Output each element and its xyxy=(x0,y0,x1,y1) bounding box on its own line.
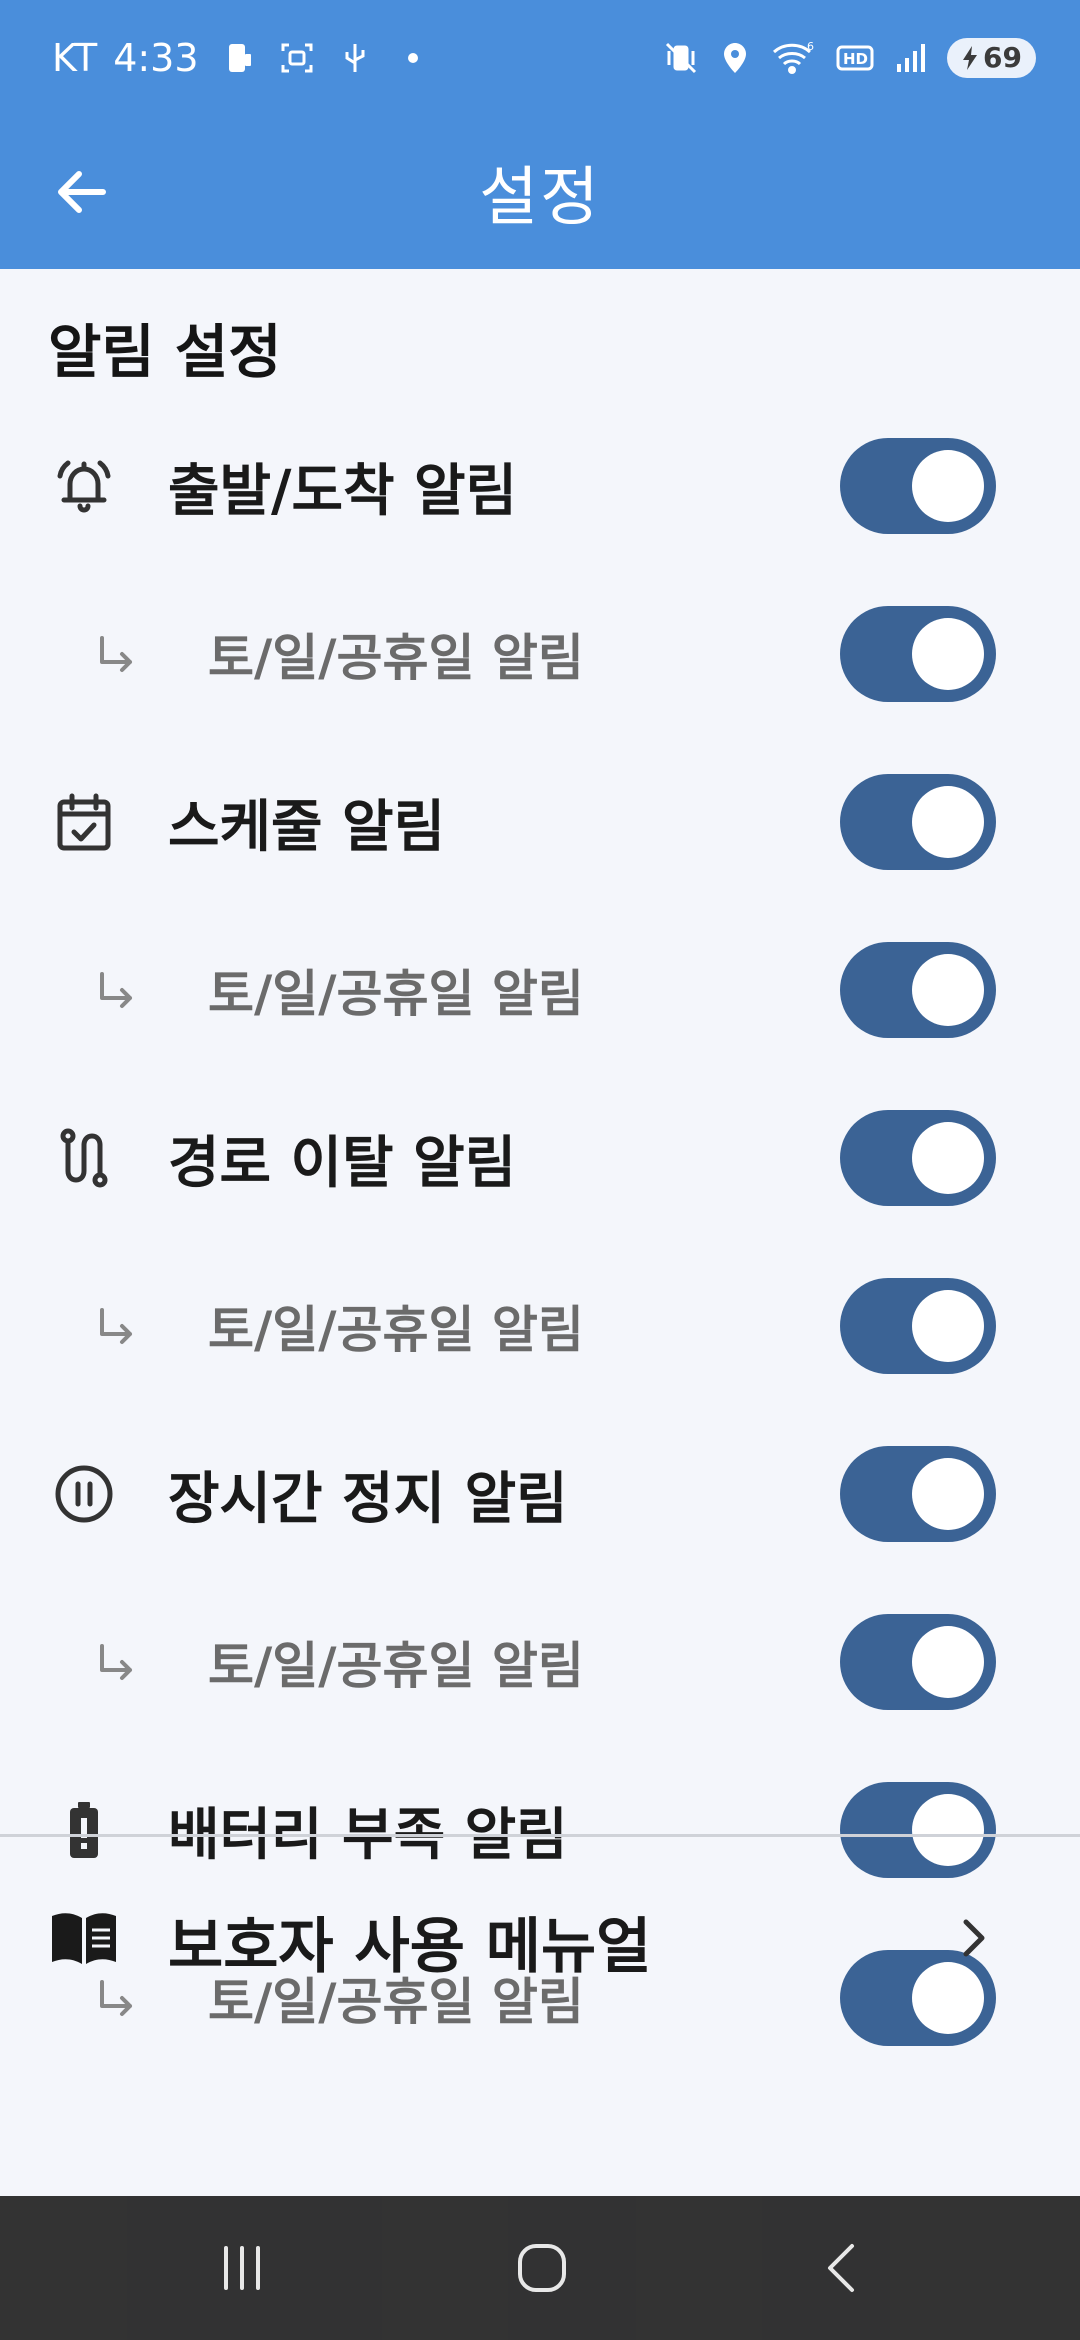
signal-icon xyxy=(893,40,929,76)
guardian-manual-row[interactable]: 보호자 사용 메뉴얼 xyxy=(0,1850,1080,2010)
sub-setting-label: 토/일/공휴일 알림 xyxy=(208,1301,584,1359)
toggle-departure-arrival[interactable] xyxy=(840,438,996,534)
chevron-right-icon xyxy=(956,1916,992,1960)
home-button[interactable] xyxy=(442,2196,642,2340)
setting-subrow-schedule-holiday: 토/일/공휴일 알림 xyxy=(0,906,1080,1074)
system-nav-bar xyxy=(0,2196,1080,2340)
svg-text:6: 6 xyxy=(807,40,814,53)
calendar-check-icon xyxy=(50,788,118,856)
toggle-schedule-holiday[interactable] xyxy=(840,942,996,1038)
toggle-knob xyxy=(912,786,984,858)
arrow-left-icon xyxy=(58,171,106,213)
book-open-icon xyxy=(48,1908,120,1968)
toggle-schedule[interactable] xyxy=(840,774,996,870)
mute-vibrate-icon xyxy=(663,40,699,76)
recent-apps-icon xyxy=(224,2246,260,2290)
toggle-knob xyxy=(912,1626,984,1698)
back-icon xyxy=(828,2244,854,2292)
wifi-6-icon: 6 xyxy=(771,40,817,76)
setting-label: 장시간 정지 알림 xyxy=(168,1466,568,1532)
usb-icon xyxy=(337,40,373,76)
sub-arrow-icon xyxy=(92,966,140,1014)
hd-icon: HD xyxy=(835,40,875,76)
app-bar: 설정 xyxy=(0,115,1080,269)
pause-circle-icon xyxy=(50,1460,118,1528)
sub-setting-label: 토/일/공휴일 알림 xyxy=(208,965,584,1023)
battery-level: 69 xyxy=(983,41,1022,74)
home-icon xyxy=(518,2244,566,2292)
sub-setting-label: 토/일/공휴일 알림 xyxy=(208,629,584,687)
toggle-knob xyxy=(912,1290,984,1362)
toggle-route-deviation[interactable] xyxy=(840,1110,996,1206)
setting-label: 경로 이탈 알림 xyxy=(168,1130,517,1196)
clock: 4:33 xyxy=(113,35,199,80)
carrier-label: KT xyxy=(52,35,98,80)
setting-subrow-long-stop-holiday: 토/일/공휴일 알림 xyxy=(0,1578,1080,1746)
toggle-knob xyxy=(912,1458,984,1530)
page-title: 설정 xyxy=(479,161,601,235)
toggle-knob xyxy=(912,618,984,690)
setting-row-schedule: 스케줄 알림 xyxy=(0,738,1080,906)
toggle-long-stop[interactable] xyxy=(840,1446,996,1542)
dot-icon xyxy=(395,40,431,76)
battery-charging-icon: 69 xyxy=(947,37,1036,78)
route-icon xyxy=(50,1124,118,1192)
setting-row-route-deviation: 경로 이탈 알림 xyxy=(0,1074,1080,1242)
sub-setting-label: 토/일/공휴일 알림 xyxy=(208,1637,584,1695)
setting-subrow-departure-arrival-holiday: 토/일/공휴일 알림 xyxy=(0,570,1080,738)
toggle-knob xyxy=(912,450,984,522)
status-left: KT 4:33 xyxy=(52,36,431,80)
setting-row-long-stop: 장시간 정지 알림 xyxy=(0,1410,1080,1578)
toggle-departure-arrival-holiday[interactable] xyxy=(840,606,996,702)
status-right: 6 HD 69 xyxy=(663,37,1036,78)
toggle-route-deviation-holiday[interactable] xyxy=(840,1278,996,1374)
screenshot-icon xyxy=(279,40,315,76)
status-bar: KT 4:33 6 HD 69 xyxy=(0,0,1080,115)
sub-arrow-icon xyxy=(92,1638,140,1686)
toggle-knob xyxy=(912,1122,984,1194)
manual-label: 보호자 사용 메뉴얼 xyxy=(168,1912,652,1982)
setting-subrow-route-deviation-holiday: 토/일/공휴일 알림 xyxy=(0,1242,1080,1410)
sub-arrow-icon xyxy=(92,1302,140,1350)
location-icon xyxy=(717,40,753,76)
toggle-long-stop-holiday[interactable] xyxy=(840,1614,996,1710)
toggle-knob xyxy=(912,954,984,1026)
recent-apps-button[interactable] xyxy=(142,2196,342,2340)
bell-ringing-icon xyxy=(50,452,118,520)
setting-row-departure-arrival: 출발/도착 알림 xyxy=(0,402,1080,570)
section-title: 알림 설정 xyxy=(48,318,282,386)
setting-label: 출발/도착 알림 xyxy=(168,458,518,524)
sub-arrow-icon xyxy=(92,630,140,678)
svg-text:HD: HD xyxy=(843,50,868,68)
back-button[interactable] xyxy=(48,159,114,225)
setting-label: 스케줄 알림 xyxy=(168,794,446,860)
divider xyxy=(0,1834,1080,1837)
phone-screen-icon xyxy=(221,40,257,76)
system-back-button[interactable] xyxy=(742,2196,942,2340)
